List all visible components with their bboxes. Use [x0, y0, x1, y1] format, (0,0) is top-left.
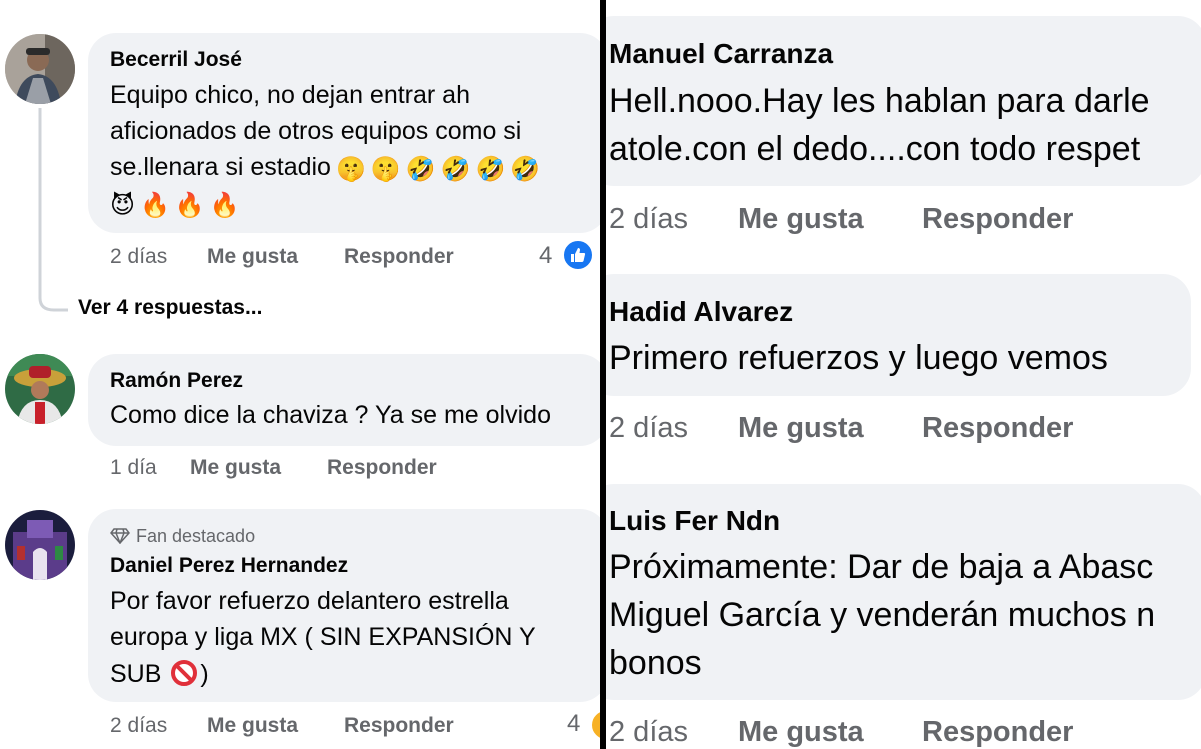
avatar-photo: [5, 34, 75, 104]
comment-timestamp[interactable]: 2 días: [609, 716, 688, 749]
like-button[interactable]: Me gusta: [738, 203, 864, 236]
emoji-fire: 🔥: [140, 192, 170, 219]
comment-author[interactable]: Hadid Alvarez: [609, 296, 793, 328]
comment-text-line: se.llenara si estadio 🤫 🤫 🤣 🤣 🤣 🤣: [110, 153, 540, 184]
view-replies-link[interactable]: Ver 4 respuestas...: [78, 296, 262, 320]
comment-author[interactable]: Luis Fer Ndn: [609, 505, 780, 537]
comment-timestamp[interactable]: 2 días: [609, 203, 688, 236]
reply-button[interactable]: Responder: [922, 412, 1073, 445]
like-button[interactable]: Me gusta: [207, 714, 298, 738]
emoji-fire: 🔥: [174, 192, 205, 219]
right-comments-panel: Manuel Carranza Hell.nooo.Hay les hablan…: [606, 0, 1201, 749]
avatar-ramon[interactable]: [5, 354, 75, 424]
left-comments-panel: Becerril José Equipo chico, no dejan ent…: [0, 0, 600, 749]
emoji-rofl: 🤣: [440, 156, 471, 183]
reaction-count[interactable]: 4: [539, 242, 552, 270]
no-entry-icon: [171, 660, 198, 686]
comment-text-line: atole.con el dedo....con todo respet: [609, 130, 1141, 168]
comment-text-line: europa y liga MX ( SIN EXPANSIÓN Y: [110, 623, 536, 651]
avatar-photo: [5, 354, 75, 424]
comment-text-line: Como dice la chaviza ? Ya se me olvido: [110, 401, 551, 429]
reaction-count[interactable]: 4: [567, 710, 580, 738]
comment-text-line: Hell.nooo.Hay les hablan para darle: [609, 82, 1150, 120]
reply-button[interactable]: Responder: [922, 716, 1073, 749]
comment-author[interactable]: Ramón Perez: [110, 369, 243, 393]
like-button[interactable]: Me gusta: [738, 716, 864, 749]
comment-text-line: Miguel García y venderán muchos n: [609, 596, 1156, 634]
comment-timestamp[interactable]: 2 días: [110, 245, 167, 269]
like-button[interactable]: Me gusta: [190, 456, 281, 480]
like-button[interactable]: Me gusta: [738, 412, 864, 445]
comment-text-line: Equipo chico, no dejan entrar ah: [110, 81, 470, 109]
comment-timestamp[interactable]: 1 día: [110, 456, 157, 480]
comment-text-line: Próximamente: Dar de baja a Abasc: [609, 548, 1154, 586]
avatar-daniel[interactable]: [5, 510, 75, 580]
comment-text-segment: SUB: [110, 660, 162, 688]
reply-thread-line: [38, 108, 68, 312]
emoji-shush: 🤫: [335, 156, 366, 183]
avatar-photo: [5, 510, 75, 580]
comment-text-segment: se.llenara si estadio: [110, 153, 331, 181]
emoji-fire: 🔥: [209, 192, 240, 219]
comment-bubble: [88, 354, 600, 446]
like-button[interactable]: Me gusta: [207, 245, 298, 269]
comment-emoji-line: 😈 🔥 🔥 🔥: [105, 189, 240, 220]
comment-author[interactable]: Daniel Perez Hernandez: [110, 554, 348, 578]
fan-badge: Fan destacado: [110, 526, 255, 547]
like-reaction-icon[interactable]: [562, 239, 594, 271]
comment-author[interactable]: Becerril José: [110, 48, 242, 72]
reply-button[interactable]: Responder: [344, 245, 454, 269]
reply-button[interactable]: Responder: [344, 714, 454, 738]
comment-timestamp[interactable]: 2 días: [609, 412, 688, 445]
comment-text-line: Primero refuerzos y luego vemos: [609, 339, 1108, 377]
comment-author[interactable]: Manuel Carranza: [609, 38, 833, 70]
emoji-rofl: 🤣: [475, 156, 506, 183]
fan-badge-label: Fan destacado: [136, 526, 256, 546]
comment-text-line: aficionados de otros equipos como si: [110, 117, 522, 145]
comment-timestamp[interactable]: 2 días: [110, 714, 167, 738]
avatar-becerril[interactable]: [5, 34, 75, 104]
comment-text-segment: ): [200, 660, 209, 688]
comment-text-line: SUB ): [110, 659, 209, 689]
reply-button[interactable]: Responder: [922, 203, 1073, 236]
emoji-shush: 🤫: [370, 156, 401, 183]
reply-button[interactable]: Responder: [327, 456, 437, 480]
emoji-devil: 😈: [110, 192, 136, 219]
diamond-icon: [110, 528, 130, 546]
emoji-rofl: 🤣: [510, 156, 541, 183]
comment-text-line: Por favor refuerzo delantero estrella: [110, 587, 509, 615]
comment-text-line: bonos: [609, 644, 702, 682]
emoji-rofl: 🤣: [405, 156, 436, 183]
like-reaction-icon[interactable]: [590, 709, 600, 741]
